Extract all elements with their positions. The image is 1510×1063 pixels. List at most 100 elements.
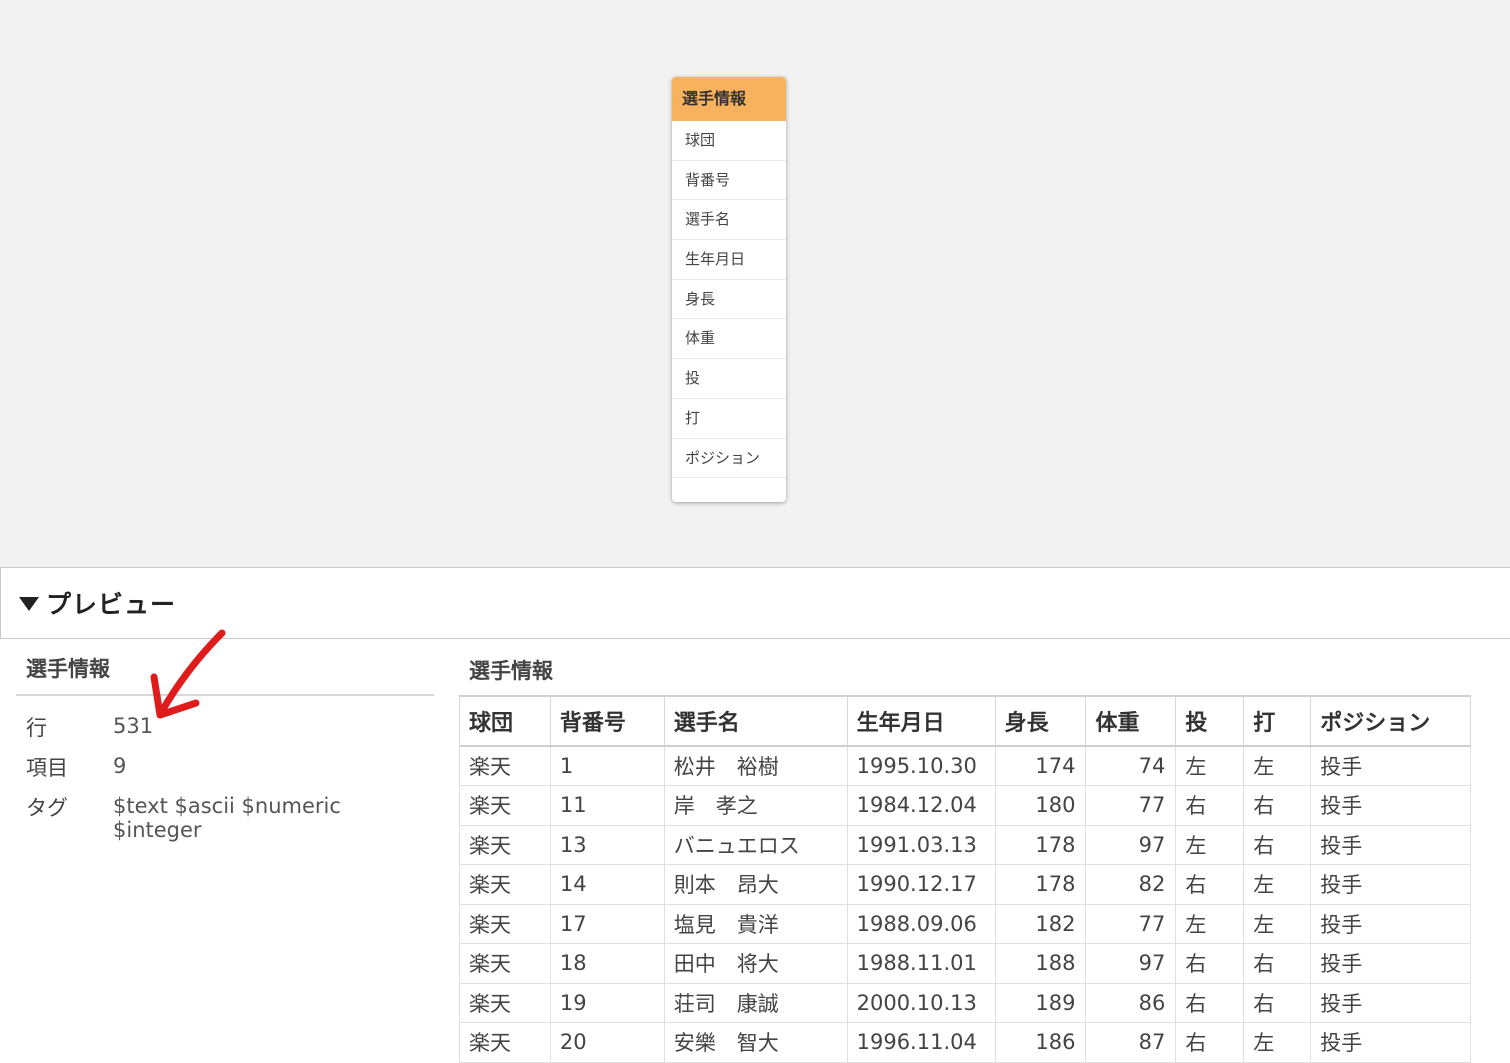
cell-bats: 左: [1243, 1022, 1312, 1063]
cell-height: 186: [994, 1022, 1087, 1063]
cell-number: 20: [549, 1022, 665, 1063]
cell-birthdate: 1991.03.13: [846, 824, 996, 865]
cell-bats: 左: [1243, 745, 1312, 786]
cell-height: 189: [994, 982, 1087, 1023]
preview-table-title: 選手情報: [469, 659, 553, 683]
cell-birthdate: 1990.12.17: [846, 864, 996, 905]
cell-bats: 右: [1243, 824, 1312, 865]
table-row[interactable]: 楽天 11 岸 孝之 1984.12.04 180 77 右右投手: [459, 785, 1471, 826]
summary-row-tags: タグ $text $ascii $numeric $integer: [16, 776, 434, 842]
cell-height: 178: [994, 864, 1087, 905]
cell-throws: 右: [1175, 785, 1245, 826]
cell-position: 投手: [1310, 824, 1471, 865]
preview-data-table: 球団 背番号 選手名 生年月日 身長 体重 投 打 ポジション 楽天 1 松井 裕樹…: [459, 695, 1471, 1063]
table-card-footer: [672, 478, 786, 502]
cell-throws: 左: [1175, 903, 1245, 944]
table-card-field-weight[interactable]: 体重: [672, 319, 786, 360]
cell-name: 田中 将大: [663, 943, 848, 984]
cell-height: 182: [994, 903, 1087, 944]
cell-team: 楽天: [459, 785, 551, 826]
cell-name: 則本 昂大: [663, 864, 848, 905]
preview-title: プレビュー: [46, 590, 177, 619]
cell-position: 投手: [1310, 785, 1471, 826]
cell-birthdate: 2000.10.13: [846, 982, 996, 1023]
collapse-triangle-icon[interactable]: [19, 597, 39, 611]
column-header-birthdate[interactable]: 生年月日: [846, 695, 996, 747]
cell-weight: 97: [1085, 943, 1177, 984]
table-row[interactable]: 楽天 13 バニュエロス 1991.03.13 178 97 左右投手: [459, 824, 1471, 865]
cell-position: 投手: [1310, 864, 1471, 905]
cell-birthdate: 1988.11.01: [846, 943, 996, 984]
column-header-name[interactable]: 選手名: [663, 695, 848, 747]
cell-name: バニュエロス: [663, 824, 848, 865]
cell-team: 楽天: [459, 943, 551, 984]
table-card-field-birthdate[interactable]: 生年月日: [672, 240, 786, 280]
summary-value: $text $ascii $numeric $integer: [113, 794, 341, 842]
cell-throws: 右: [1175, 982, 1245, 1023]
cell-position: 投手: [1310, 903, 1471, 944]
table-card-field-team[interactable]: 球団: [672, 121, 786, 161]
cell-bats: 左: [1243, 903, 1312, 944]
cell-height: 180: [994, 785, 1087, 826]
table-row[interactable]: 楽天 17 塩見 貴洋 1988.09.06 182 77 左左投手: [459, 903, 1471, 944]
summary-value: 9: [113, 754, 127, 778]
annotation-arrow-icon: [150, 629, 226, 719]
table-card-field-throws[interactable]: 投: [672, 359, 786, 399]
column-header-number[interactable]: 背番号: [549, 695, 665, 747]
schema-canvas[interactable]: 選手情報 球団 背番号 選手名 生年月日 身長 体重 投 打 ポジション: [0, 0, 1510, 567]
column-header-bats[interactable]: 打: [1243, 695, 1312, 747]
table-card-players[interactable]: 選手情報 球団 背番号 選手名 生年月日 身長 体重 投 打 ポジション: [672, 77, 786, 503]
cell-height: 174: [994, 745, 1087, 786]
table-card-field-number[interactable]: 背番号: [672, 161, 786, 201]
table-row[interactable]: 楽天 20 安樂 智大 1996.11.04 186 87 右左投手: [459, 1022, 1471, 1063]
table-row[interactable]: 楽天 18 田中 将大 1988.11.01 188 97 右右投手: [459, 943, 1471, 984]
cell-number: 13: [549, 824, 665, 865]
table-card-field-position[interactable]: ポジション: [672, 439, 786, 479]
table-card-title[interactable]: 選手情報: [672, 77, 786, 121]
column-header-height[interactable]: 身長: [994, 695, 1087, 747]
column-header-throws[interactable]: 投: [1175, 695, 1245, 747]
column-header-position[interactable]: ポジション: [1310, 695, 1471, 747]
cell-birthdate: 1996.11.04: [846, 1022, 996, 1063]
cell-bats: 右: [1243, 785, 1312, 826]
cell-weight: 82: [1085, 864, 1177, 905]
cell-weight: 97: [1085, 824, 1177, 865]
cell-bats: 左: [1243, 864, 1312, 905]
table-row[interactable]: 楽天 14 則本 昂大 1990.12.17 178 82 右左投手: [459, 864, 1471, 905]
cell-position: 投手: [1310, 982, 1471, 1023]
cell-throws: 右: [1175, 864, 1245, 905]
cell-birthdate: 1988.09.06: [846, 903, 996, 944]
cell-weight: 77: [1085, 903, 1177, 944]
cell-number: 1: [549, 745, 665, 786]
cell-name: 岸 孝之: [663, 785, 848, 826]
cell-bats: 右: [1243, 943, 1312, 984]
cell-birthdate: 1984.12.04: [846, 785, 996, 826]
cell-number: 18: [549, 943, 665, 984]
cell-name: 安樂 智大: [663, 1022, 848, 1063]
cell-number: 19: [549, 982, 665, 1023]
table-row[interactable]: 楽天 1 松井 裕樹 1995.10.30 174 74 左左投手: [459, 745, 1471, 786]
cell-weight: 87: [1085, 1022, 1177, 1063]
cell-position: 投手: [1310, 1022, 1471, 1063]
summary-row-items: 項目 9: [16, 736, 434, 780]
cell-team: 楽天: [459, 903, 551, 944]
cell-weight: 77: [1085, 785, 1177, 826]
cell-throws: 左: [1175, 745, 1245, 786]
cell-weight: 86: [1085, 982, 1177, 1023]
table-card-field-name[interactable]: 選手名: [672, 200, 786, 241]
column-header-weight[interactable]: 体重: [1085, 695, 1177, 747]
table-header-row: 球団 背番号 選手名 生年月日 身長 体重 投 打 ポジション: [459, 695, 1471, 747]
column-header-team[interactable]: 球団: [459, 695, 551, 747]
cell-height: 188: [994, 943, 1087, 984]
cell-weight: 74: [1085, 745, 1177, 786]
summary-key: タグ: [26, 796, 68, 820]
table-card-field-height[interactable]: 身長: [672, 280, 786, 320]
table-card-field-bats[interactable]: 打: [672, 399, 786, 439]
cell-throws: 左: [1175, 824, 1245, 865]
cell-name: 松井 裕樹: [663, 745, 848, 786]
cell-throws: 右: [1175, 943, 1245, 984]
cell-birthdate: 1995.10.30: [846, 745, 996, 786]
cell-team: 楽天: [459, 1022, 551, 1063]
table-row[interactable]: 楽天 19 荘司 康誠 2000.10.13 189 86 右右投手: [459, 982, 1471, 1023]
cell-throws: 右: [1175, 1022, 1245, 1063]
